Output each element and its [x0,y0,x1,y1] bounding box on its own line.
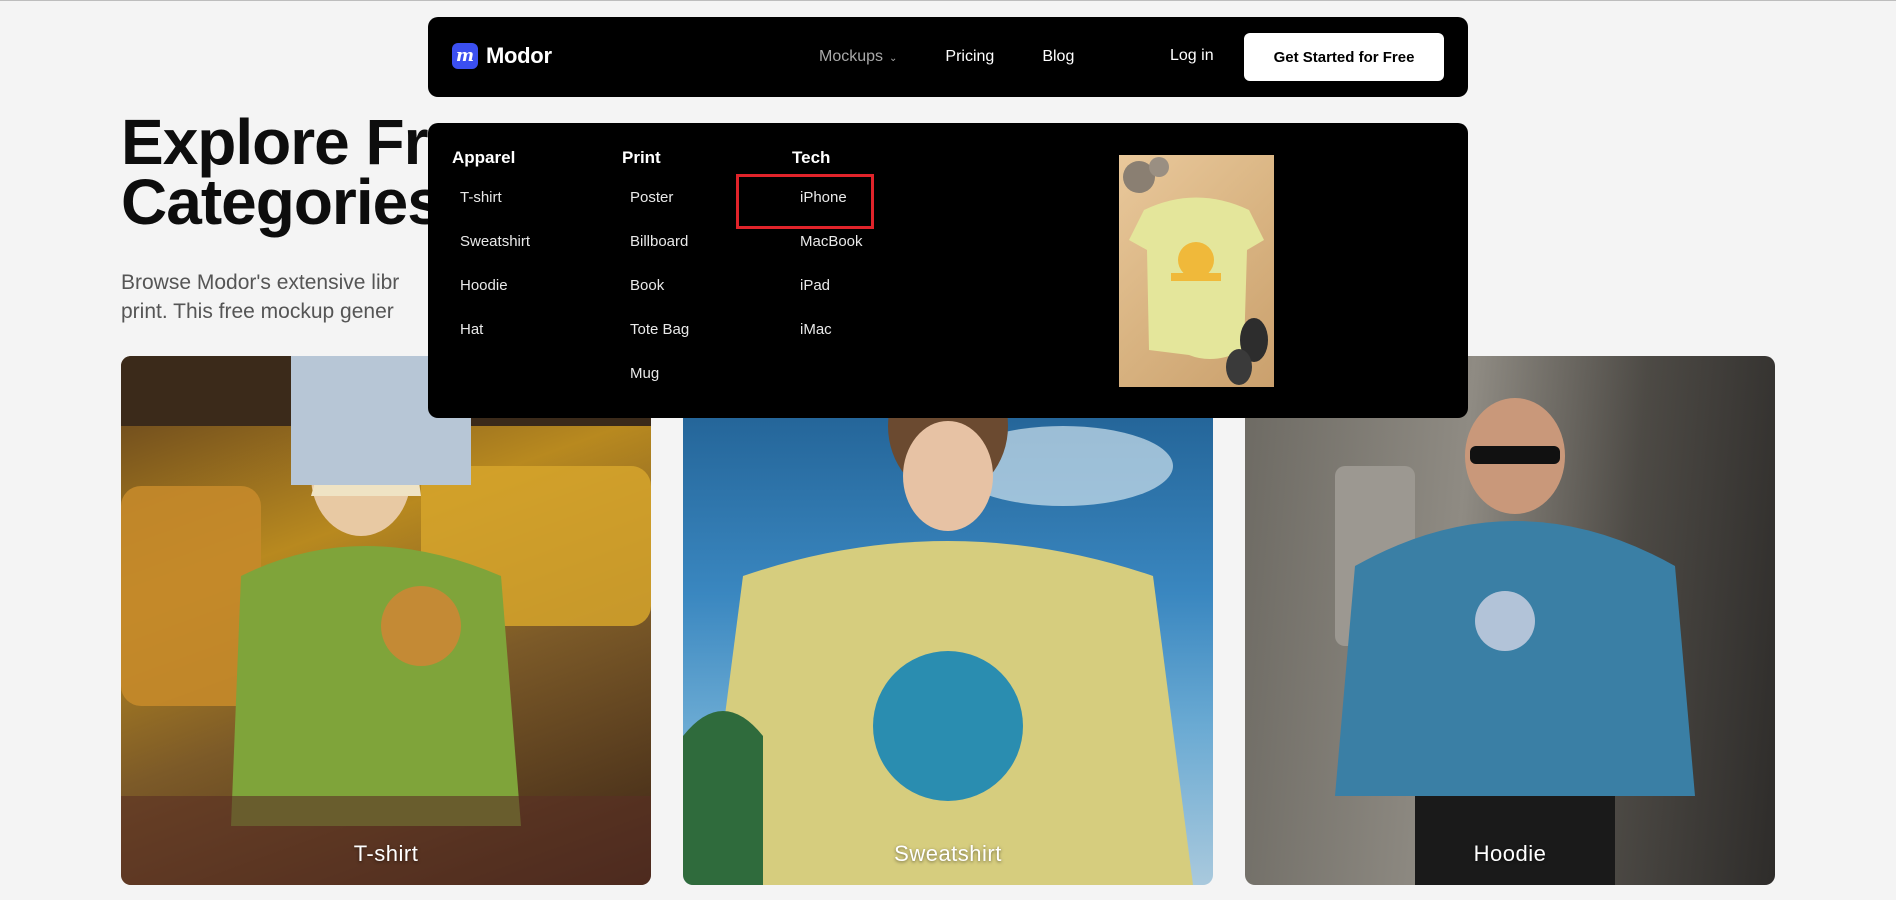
menu-item-sweatshirt[interactable]: Sweatshirt [460,220,530,264]
category-card-hoodie[interactable]: Hoodie [1245,356,1775,885]
menu-heading-print: Print [622,148,661,167]
nav-item-blog[interactable]: Blog [1042,48,1074,66]
category-card-tshirt[interactable]: T-shirt [121,356,651,885]
get-started-button[interactable]: Get Started for Free [1244,33,1444,81]
nav-item-mockups[interactable]: Mockups ⌄ [819,48,897,66]
menu-column-tech: Tech iPhone MacBook iPad iMac [792,148,863,352]
menu-item-hoodie[interactable]: Hoodie [460,264,530,308]
menu-column-print: Print Poster Billboard Book Tote Bag Mug [622,148,689,396]
top-navbar: m Modor Mockups ⌄ Pricing Blog Log in Ge… [428,17,1468,97]
nav-item-pricing[interactable]: Pricing [945,48,994,66]
brand-logo[interactable]: m Modor [452,43,552,69]
menu-item-mug[interactable]: Mug [630,352,689,396]
hero-title: Explore Fre Categories [121,106,463,238]
menu-heading-apparel: Apparel [452,148,516,167]
modor-m-icon: m [452,43,478,69]
nav-item-label: Mockups [819,48,884,65]
card-label: Hoodie [1473,841,1547,866]
top-divider [0,0,1896,1]
chevron-down-icon: ⌄ [889,52,898,64]
menu-item-billboard[interactable]: Billboard [630,220,689,264]
menu-column-apparel: Apparel T-shirt Sweatshirt Hoodie Hat [452,148,530,352]
card-label: Sweatshirt [894,841,1002,866]
hoodie-mockup-image [1245,356,1775,885]
menu-item-iphone[interactable]: iPhone [800,176,863,220]
login-link[interactable]: Log in [1170,47,1214,65]
menu-heading-tech: Tech [792,148,831,167]
menu-item-macbook[interactable]: MacBook [800,220,863,264]
menu-item-tshirt[interactable]: T-shirt [460,176,530,220]
menu-item-imac[interactable]: iMac [800,308,863,352]
card-label: T-shirt [353,841,419,866]
mockups-dropdown-menu: Apparel T-shirt Sweatshirt Hoodie Hat Pr… [428,123,1468,418]
sweatshirt-mockup-image [683,356,1213,885]
category-card-sweatshirt[interactable]: Sweatshirt [683,356,1213,885]
nav-links: Mockups ⌄ Pricing Blog [819,17,1122,97]
menu-item-hat[interactable]: Hat [460,308,530,352]
menu-item-tote-bag[interactable]: Tote Bag [630,308,689,352]
menu-item-poster[interactable]: Poster [630,176,689,220]
brand-name: Modor [486,43,552,68]
tshirt-mockup-image [121,356,651,885]
menu-item-ipad[interactable]: iPad [800,264,863,308]
menu-item-book[interactable]: Book [630,264,689,308]
menu-preview-image [1119,155,1274,387]
